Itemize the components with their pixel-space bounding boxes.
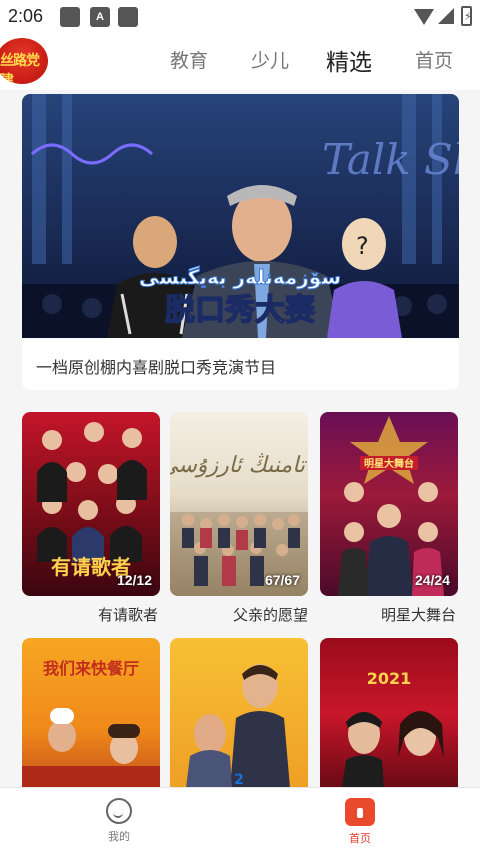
poster-card[interactable]: 明星大舞台 24/24 — [320, 412, 458, 596]
banner-uyghur-title: سۆزمەنلەر بەيگىسى — [139, 265, 341, 289]
bottom-nav: 我的 首页 — [0, 787, 480, 854]
battery-icon: ⚡ — [461, 6, 472, 26]
banner-image: Talk Show ? سۆزمەنلەر بەيگىسى 脱口秀大赛 — [22, 94, 459, 338]
svg-text:?: ? — [356, 232, 369, 260]
episode-count: 12/12 — [116, 572, 152, 588]
svg-text:2: 2 — [234, 772, 244, 788]
nav-home[interactable]: 首页 — [330, 798, 390, 846]
nav-home-label: 首页 — [349, 832, 371, 845]
poster-overlay-title: ئاتامنىڭ ئارزۇسى — [170, 453, 308, 478]
tab-education[interactable]: 教育 — [170, 46, 208, 73]
poster-card[interactable]: 2 — [170, 638, 308, 788]
top-nav: 丝路党建 教育 少儿 精选 首页 — [0, 34, 480, 90]
episode-count: 24/24 — [414, 572, 450, 588]
poster-card[interactable]: ئاتامنىڭ ئارزۇسى 67/67 — [170, 412, 308, 596]
poster-card[interactable]: 有请歌者 12/12 — [22, 412, 160, 596]
banner-bg-text: Talk Show — [322, 135, 459, 184]
tab-kids[interactable]: 少儿 — [251, 46, 289, 73]
poster-overlay-title: 明星大舞台 — [364, 457, 414, 470]
poster-title: 父亲的愿望 — [232, 606, 308, 624]
wifi-icon — [414, 9, 434, 25]
poster-title: 有请歌者 — [97, 606, 158, 624]
status-bar: 2:06 A ⚡ — [0, 0, 480, 34]
banner-caption: 一档原创棚内喜剧脱口秀竞演节目 — [36, 358, 277, 377]
a-notification-icon: A — [90, 7, 110, 27]
poster-title: 明星大舞台 — [380, 606, 456, 624]
tab-featured[interactable]: 精选 — [326, 43, 372, 77]
logo-text: 丝路党建 — [0, 53, 40, 84]
tab-home[interactable]: 首页 — [415, 46, 453, 73]
app-logo[interactable]: 丝路党建 — [0, 38, 48, 84]
notification-icon — [118, 7, 138, 27]
signal-icon — [438, 8, 454, 24]
poster-overlay-title: 2021 — [367, 669, 412, 688]
home-icon — [345, 798, 375, 826]
poster-card[interactable]: 2021 — [320, 638, 458, 788]
poster-card[interactable]: 我们来快餐厅 — [22, 638, 160, 788]
status-time: 2:06 — [8, 6, 44, 26]
poster-overlay-title: 我们来快餐厅 — [43, 659, 139, 678]
nav-me-label: 我的 — [108, 830, 130, 843]
user-icon — [106, 798, 132, 824]
banner-title: 脱口秀大赛 — [165, 293, 316, 328]
featured-banner[interactable]: Talk Show ? سۆزمەنلەر بەيگىسى 脱口秀大赛 一 — [22, 94, 459, 390]
nav-me[interactable]: 我的 — [89, 798, 149, 844]
notification-icon — [60, 7, 80, 27]
episode-count: 67/67 — [264, 572, 300, 588]
